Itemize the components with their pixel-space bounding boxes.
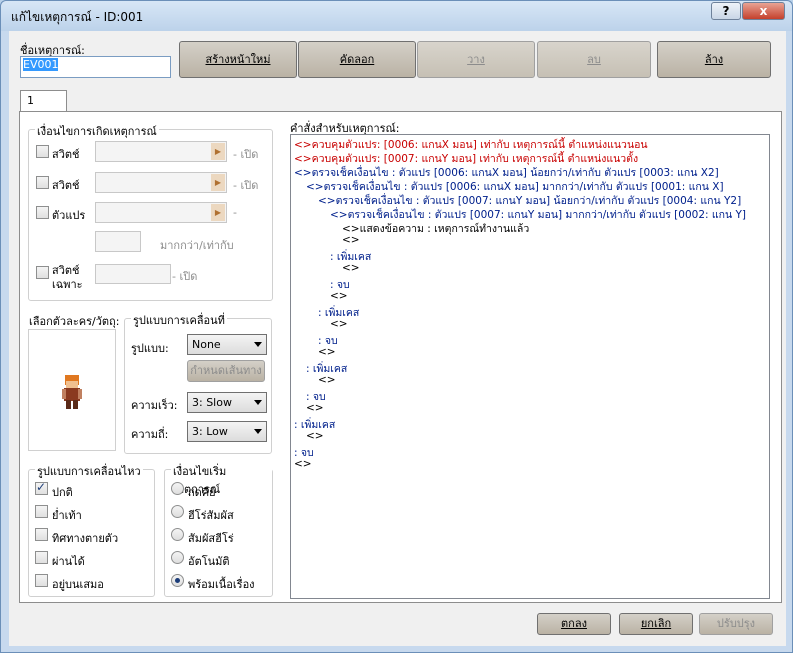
help-button[interactable]: ?: [711, 2, 741, 20]
new-page-button[interactable]: สร้างหน้าใหม่: [179, 41, 297, 78]
close-button[interactable]: x: [742, 2, 785, 20]
event-command-line[interactable]: <>: [330, 290, 348, 302]
paste-page-button[interactable]: วาง: [417, 41, 535, 78]
event-command-line[interactable]: <>: [318, 346, 336, 358]
frequency-label: ความถี่:: [131, 428, 169, 441]
option-step-checkbox[interactable]: [35, 505, 48, 518]
event-command-line[interactable]: <>: [330, 318, 348, 330]
event-command-line[interactable]: <>: [294, 458, 312, 470]
trigger-parallel-radio[interactable]: [171, 574, 184, 587]
graphic-preview[interactable]: [28, 329, 116, 451]
speed-select[interactable]: 3: Slow: [187, 392, 267, 413]
move-route-button[interactable]: กำหนดเส้นทาง: [187, 360, 265, 382]
clear-page-button[interactable]: ล้าง: [657, 41, 771, 78]
trigger-event-touch-label: สัมผัสฮีโร่: [188, 532, 234, 545]
switch1-select[interactable]: ▶: [95, 141, 227, 162]
cancel-button[interactable]: ยกเลิก: [619, 613, 693, 635]
event-commands-list[interactable]: <>ควบคุมตัวแปร: [0006: แกนX มอน] เท่ากับ…: [290, 134, 770, 599]
window-title: แก้ไขเหตุการณ์ - ID:001: [11, 10, 144, 24]
move-type-label: รูปแบบ:: [131, 342, 169, 355]
option-step-label: ย่ำเท้า: [52, 509, 82, 522]
variable-compare-label: มากกว่า/เท่ากับ: [160, 239, 234, 252]
trigger-autorun-label: อัตโนมัติ: [188, 555, 230, 568]
conditions-title: เงื่อนไขการเกิดเหตุการณ์: [35, 122, 159, 140]
options-title: รูปแบบการเคลื่อนไหว: [35, 462, 143, 480]
trigger-player-touch-radio[interactable]: [171, 505, 184, 518]
self-switch-suffix: - เปิด: [172, 270, 198, 283]
variable-checkbox[interactable]: [36, 206, 49, 219]
variable-value-spinner[interactable]: [95, 231, 141, 252]
trigger-action-radio[interactable]: [171, 482, 184, 495]
ellipsis-icon: ▶: [211, 143, 225, 160]
ellipsis-icon: ▶: [211, 204, 225, 221]
chevron-down-icon: [254, 400, 262, 405]
movement-title: รูปแบบการเคลื่อนที่: [131, 311, 227, 329]
apply-button[interactable]: ปรับปรุง: [699, 613, 773, 635]
trigger-event-touch-radio[interactable]: [171, 528, 184, 541]
variable-suffix: -: [233, 206, 237, 219]
option-direction-fix-label: ทิศทางตายตัว: [52, 532, 119, 545]
event-command-line[interactable]: <>: [342, 234, 360, 246]
ellipsis-icon: ▶: [211, 174, 225, 191]
character-sprite-icon: [62, 375, 82, 409]
switch2-suffix: - เปิด: [233, 179, 259, 192]
self-switch-select[interactable]: [95, 264, 171, 284]
chevron-down-icon: [254, 342, 262, 347]
variable-label: ตัวแปร: [52, 209, 86, 222]
option-direction-fix-checkbox[interactable]: [35, 528, 48, 541]
trigger-autorun-radio[interactable]: [171, 551, 184, 564]
event-command-line[interactable]: <>: [342, 262, 360, 274]
title-bar[interactable]: แก้ไขเหตุการณ์ - ID:001 ? x: [1, 1, 792, 31]
movement-group: รูปแบบการเคลื่อนที่ รูปแบบ: None กำหนดเส…: [124, 311, 272, 454]
switch1-checkbox[interactable]: [36, 145, 49, 158]
self-switch-label-2: เฉพาะ: [52, 278, 83, 291]
frequency-select[interactable]: 3: Low: [187, 421, 267, 442]
event-command-line[interactable]: <>: [306, 402, 324, 414]
speed-label: ความเร็ว:: [131, 399, 178, 412]
switch2-select[interactable]: ▶: [95, 172, 227, 193]
client-area: ชื่อเหตุการณ์: EV001 สร้างหน้าใหม่ คัดลอ…: [9, 31, 786, 646]
chevron-down-icon: [254, 429, 262, 434]
trigger-title: เงื่อนไขเริ่มเหตุการณ์: [171, 462, 272, 498]
options-group: รูปแบบการเคลื่อนไหว ปกติ ย่ำเท้า ทิศทางต…: [28, 462, 155, 597]
delete-page-button[interactable]: ลบ: [537, 41, 651, 78]
trigger-action-label: กดคีย์: [188, 486, 216, 499]
trigger-player-touch-label: ฮีโร่สัมผัส: [188, 509, 234, 522]
option-normal-label: ปกติ: [52, 486, 73, 499]
self-switch-checkbox[interactable]: [36, 266, 49, 279]
page-panel: เงื่อนไขการเกิดเหตุการณ์ สวิตช์ ▶ - เปิด…: [19, 111, 782, 603]
option-always-on-top-checkbox[interactable]: [35, 574, 48, 587]
switch2-label: สวิตช์: [52, 179, 80, 192]
event-editor-window: แก้ไขเหตุการณ์ - ID:001 ? x ชื่อเหตุการณ…: [0, 0, 793, 653]
variable-select[interactable]: ▶: [95, 202, 227, 223]
switch1-suffix: - เปิด: [233, 148, 259, 161]
copy-page-button[interactable]: คัดลอก: [298, 41, 416, 78]
option-always-on-top-label: อยู่บนเสมอ: [52, 578, 104, 591]
option-through-label: ผ่านได้: [52, 555, 85, 568]
ok-button[interactable]: ตกลง: [537, 613, 611, 635]
event-command-line[interactable]: <>แสดงข้อความ : เหตุการณ์ทำงานแล้ว: [342, 220, 529, 237]
trigger-group: เงื่อนไขเริ่มเหตุการณ์ กดคีย์ ฮีโร่สัมผั…: [164, 462, 273, 597]
tab-page-1[interactable]: 1: [20, 90, 67, 112]
option-through-checkbox[interactable]: [35, 551, 48, 564]
option-normal-checkbox[interactable]: [35, 480, 48, 495]
move-type-select[interactable]: None: [187, 334, 267, 355]
switch1-label: สวิตช์: [52, 148, 80, 161]
event-command-line[interactable]: <>: [318, 374, 336, 386]
switch2-checkbox[interactable]: [36, 176, 49, 189]
graphic-label: เลือกตัวละคร/วัตถุ:: [29, 315, 120, 328]
event-command-line[interactable]: <>: [306, 430, 324, 442]
trigger-parallel-label: พร้อมเนื้อเรื่อง: [188, 578, 255, 591]
event-name-input[interactable]: EV001: [20, 56, 171, 78]
conditions-group: เงื่อนไขการเกิดเหตุการณ์ สวิตช์ ▶ - เปิด…: [28, 122, 273, 301]
